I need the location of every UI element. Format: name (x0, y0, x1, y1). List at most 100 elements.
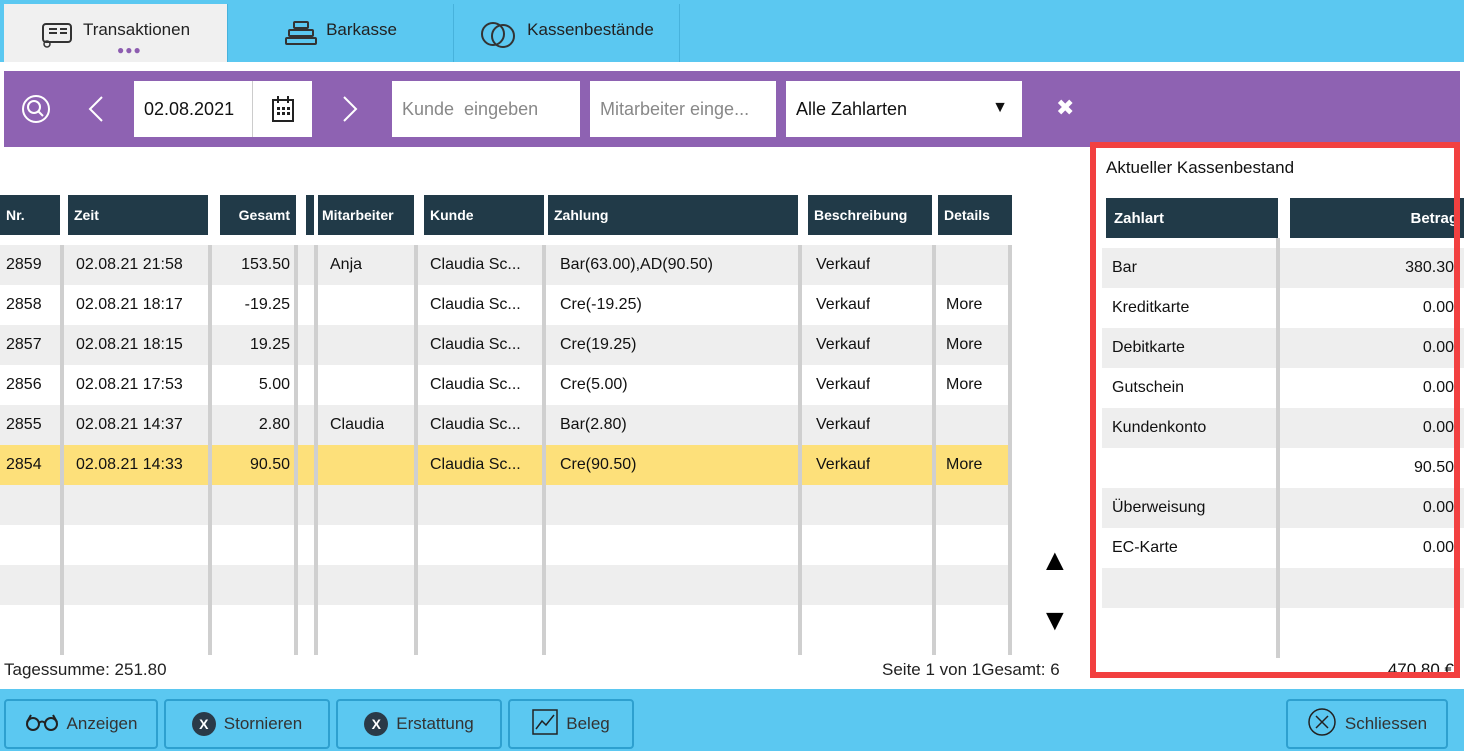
date-value: 02.08.2021 (144, 98, 235, 119)
cell-details[interactable]: More (946, 445, 982, 485)
cash-amount: 0.00 (1422, 379, 1454, 396)
cash-type: Gutschein (1112, 379, 1185, 396)
tab-barkasse[interactable]: Barkasse (228, 4, 454, 62)
col-header-gesamt[interactable]: Gesamt (220, 195, 296, 235)
refund-button[interactable]: X Erstattung (336, 699, 502, 749)
cell-beschreibung: Verkauf (816, 336, 871, 353)
cell-nr: 2854 (6, 456, 42, 473)
cell-details[interactable]: More (946, 325, 982, 365)
receipt-icon (41, 20, 75, 50)
cash-row: EC-Karte 0.00 (1102, 528, 1464, 568)
cash-header-type: Zahlart (1106, 198, 1278, 238)
calendar-icon[interactable] (252, 81, 312, 137)
cash-amount: 0.00 (1422, 499, 1454, 516)
close-button[interactable]: Schliessen (1286, 699, 1448, 749)
tab-label: Transaktionen (82, 20, 191, 39)
filter-bar: 02.08.2021 Alle Zahlarten ▼ ✖ (4, 71, 1460, 147)
coins-icon (479, 20, 519, 50)
cash-amount: 0.00 (1422, 539, 1454, 556)
employee-input[interactable] (590, 81, 776, 137)
top-tab-bar: Transaktionen ●●● Barkasse Kassenbeständ… (0, 0, 1464, 62)
next-date-icon[interactable] (338, 93, 360, 130)
scroll-up-icon[interactable]: ▲ (1040, 546, 1070, 576)
cell-kunde: Claudia Sc... (430, 256, 521, 273)
x-circle-icon: X (364, 712, 389, 736)
prev-date-icon[interactable] (86, 93, 108, 130)
table-row[interactable]: 2856 02.08.21 17:53 5.00 Claudia Sc... C… (0, 365, 1012, 405)
col-header-beschreibung[interactable]: Beschreibung (808, 195, 932, 235)
tab-kassenbestaende[interactable]: Kassenbestände (454, 4, 680, 62)
cell-zahlung: Cre(-19.25) (560, 296, 642, 313)
cash-row: 90.50 (1102, 448, 1464, 488)
cash-row: Bar 380.30 (1102, 248, 1464, 288)
table-row[interactable]: 2857 02.08.21 18:15 19.25 Claudia Sc... … (0, 325, 1012, 365)
col-header-zahlung[interactable]: Zahlung (548, 195, 798, 235)
customer-input[interactable] (392, 81, 580, 137)
col-header-mitarbeiter[interactable]: Mitarbeiter (318, 195, 414, 235)
tab-active-dots: ●●● (117, 43, 142, 57)
tab-transaktionen[interactable]: Transaktionen ●●● (4, 4, 228, 62)
close-circle-icon (1307, 707, 1337, 742)
cash-amount: 380.30 (1405, 259, 1454, 276)
table-row-selected[interactable]: 2854 02.08.21 14:33 90.50 Claudia Sc... … (0, 445, 1012, 485)
payment-type-select[interactable]: Alle Zahlarten ▼ (786, 81, 1022, 137)
table-row-empty (0, 605, 1012, 645)
cell-beschreibung: Verkauf (816, 416, 871, 433)
cash-type: Bar (1112, 259, 1137, 276)
cell-details[interactable]: More (946, 365, 982, 405)
receipt-button[interactable]: Beleg (508, 699, 634, 749)
cell-nr: 2857 (6, 336, 42, 353)
cell-zahlung: Cre(19.25) (560, 336, 637, 353)
cell-kunde: Claudia Sc... (430, 456, 521, 473)
column-divider (294, 245, 298, 655)
payment-type-value: Alle Zahlarten (796, 98, 908, 119)
chart-icon (532, 708, 558, 740)
cell-zahlung: Cre(5.00) (560, 376, 628, 393)
col-header-zeit[interactable]: Zeit (68, 195, 208, 235)
table-row[interactable]: 2858 02.08.21 18:17 -19.25 Claudia Sc...… (0, 285, 1012, 325)
show-button[interactable]: Anzeigen (4, 699, 158, 749)
cash-row-empty (1102, 608, 1464, 648)
column-divider (542, 245, 546, 655)
bottom-action-bar: Anzeigen X Stornieren X Erstattung Beleg… (0, 689, 1464, 751)
cash-total: 470,80 € (1387, 660, 1454, 679)
refund-button-label: Erstattung (396, 714, 474, 733)
table-header: Nr. Zeit Gesamt Mitarbeiter Kunde Zahlun… (0, 195, 1012, 235)
cash-type: Kreditkarte (1112, 299, 1190, 316)
cancel-button-label: Stornieren (223, 714, 303, 733)
cell-zeit: 02.08.21 18:15 (76, 336, 183, 353)
search-icon[interactable] (20, 93, 52, 130)
show-button-label: Anzeigen (66, 714, 138, 733)
col-header-kunde[interactable]: Kunde (424, 195, 544, 235)
cash-type: Kundenkonto (1112, 419, 1207, 436)
column-divider (414, 245, 418, 655)
column-divider (932, 245, 936, 655)
cell-gesamt: 2.80 (258, 416, 290, 433)
cash-column-divider (1276, 238, 1280, 658)
cash-row-empty (1102, 568, 1464, 608)
col-header-nr[interactable]: Nr. (0, 195, 60, 235)
table-row[interactable]: 2859 02.08.21 21:58 153.50 Anja Claudia … (0, 245, 1012, 285)
cancel-button[interactable]: X Stornieren (164, 699, 330, 749)
col-header-details[interactable]: Details (938, 195, 1012, 235)
table-row[interactable]: 2855 02.08.21 14:37 2.80 Claudia Claudia… (0, 405, 1012, 445)
cash-row: Kundenkonto 0.00 (1102, 408, 1464, 448)
cash-register-icon (284, 20, 318, 46)
cash-amount: 0.00 (1422, 339, 1454, 356)
cash-type: Überweisung (1112, 499, 1206, 516)
cell-beschreibung: Verkauf (816, 456, 871, 473)
column-divider (798, 245, 802, 655)
cell-beschreibung: Verkauf (816, 376, 871, 393)
clear-filter-icon[interactable]: ✖ (1056, 95, 1074, 121)
scroll-down-icon[interactable]: ▼ (1040, 606, 1070, 636)
cell-details[interactable]: More (946, 285, 982, 325)
cash-row: Gutschein 0.00 (1102, 368, 1464, 408)
cell-kunde: Claudia Sc... (430, 376, 521, 393)
col-header-spacer (306, 195, 314, 235)
date-field[interactable]: 02.08.2021 (134, 81, 312, 137)
cash-type: Debitkarte (1112, 339, 1185, 356)
table-row-empty (0, 485, 1012, 525)
cash-amount: 0.00 (1422, 419, 1454, 436)
cash-balance-panel: Aktueller Kassenbestand Zahlart Betrag B… (1096, 148, 1464, 680)
tab-label: Kassenbestände (527, 20, 654, 39)
